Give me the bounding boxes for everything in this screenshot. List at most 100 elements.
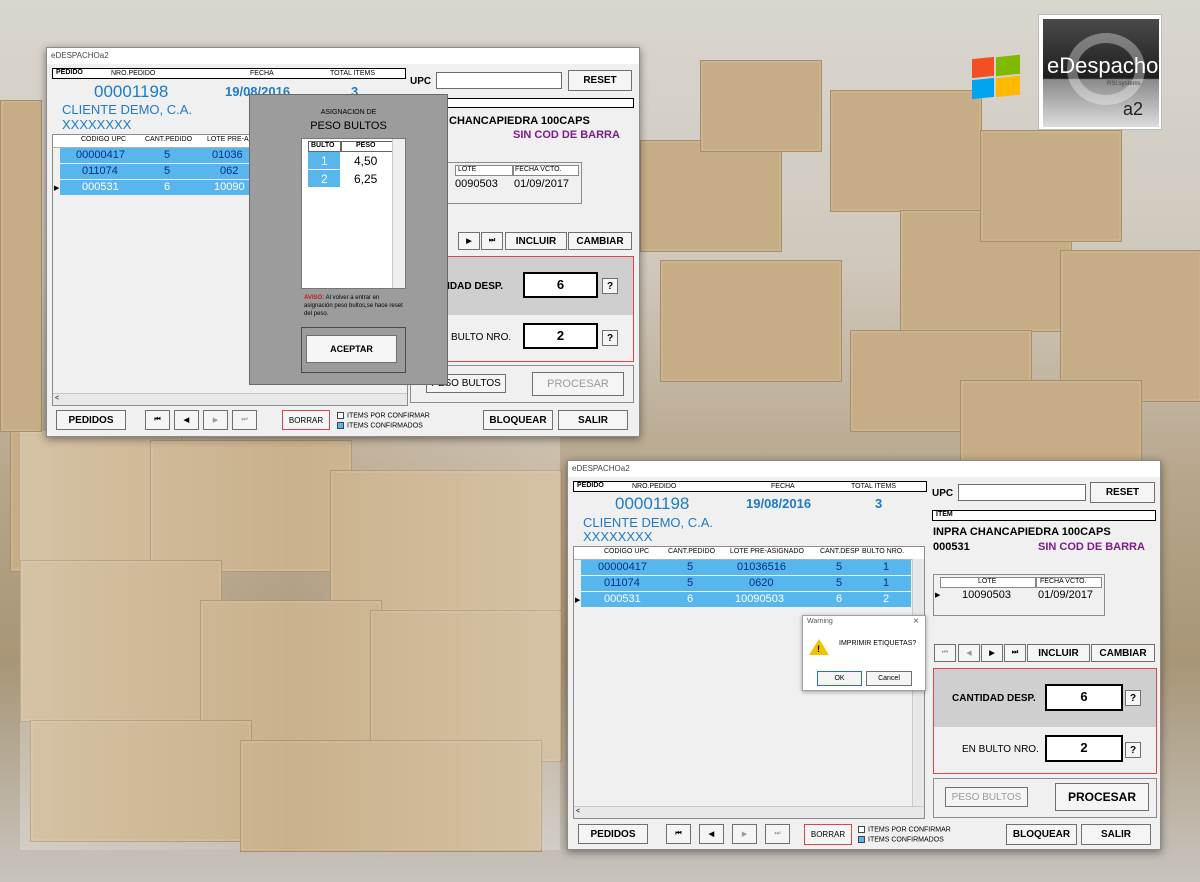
nav-last-button[interactable]: ⏭: [1004, 644, 1026, 662]
vertical-scrollbar[interactable]: [392, 139, 405, 288]
col-cant-pedido: CANT.PEDIDO: [668, 548, 716, 555]
legend-confirmados: ITEMS CONFIRMADOS: [858, 836, 944, 843]
nav-first-button[interactable]: ⏮: [934, 644, 956, 662]
col-fecha-vcto: FECHA VCTO.: [1040, 578, 1087, 585]
horizontal-scrollbar[interactable]: <: [574, 806, 924, 818]
item-name: INPRA CHANCAPIEDRA 100CAPS: [933, 526, 1111, 538]
row-pointer-icon: ▶: [54, 185, 60, 192]
cambiar-button[interactable]: CAMBIAR: [568, 232, 632, 250]
incluir-button[interactable]: INCLUIR: [505, 232, 567, 250]
cantidad-desp-input[interactable]: 6: [523, 272, 598, 298]
bulto-help-button[interactable]: ?: [1125, 742, 1141, 758]
upc-label: UPC: [410, 76, 432, 87]
bulto-help-button[interactable]: ?: [602, 330, 618, 346]
salir-button[interactable]: SALIR: [558, 410, 628, 430]
table-row[interactable]: 00000417 5 01036516 5 1: [581, 560, 911, 576]
dialog-title: PESO BULTOS: [310, 120, 387, 132]
bulto-nro-input[interactable]: 2: [523, 323, 598, 349]
legend-swatch-white: [858, 826, 865, 833]
window-title: eDESPACHOa2: [47, 48, 639, 64]
nav-next-button[interactable]: ▶: [458, 232, 480, 250]
col-bulto: BULTO: [311, 142, 335, 149]
cambiar-button[interactable]: CAMBIAR: [1091, 644, 1155, 662]
grid-header: CODIGO UPC CANT.PEDIDO LOTE PRE-ASIGNADO…: [574, 547, 924, 560]
edespacho-logo: eDespacho RSI.systems a2: [1038, 14, 1162, 130]
aceptar-button[interactable]: ACEPTAR: [306, 335, 397, 363]
pedidos-button[interactable]: PEDIDOS: [56, 410, 126, 430]
table-row[interactable]: 00000417 5 01036: [60, 148, 250, 164]
row-pointer-icon: ▶: [935, 592, 941, 599]
close-icon[interactable]: ×: [913, 616, 919, 627]
cantidad-desp-input[interactable]: 6: [1045, 684, 1123, 711]
lote-value: 0090503: [455, 178, 498, 190]
table-row-selected[interactable]: 000531 6 10090: [60, 180, 250, 196]
total-items: 3: [875, 496, 883, 511]
pedidos-button[interactable]: PEDIDOS: [578, 824, 648, 844]
upc-input[interactable]: [436, 72, 562, 89]
peso-bultos-button[interactable]: PESO BULTOS: [945, 787, 1028, 807]
reset-button[interactable]: RESET: [1090, 482, 1155, 503]
procesar-button[interactable]: PROCESAR: [1055, 783, 1149, 811]
lote-grid[interactable]: LOTE FECHA VCTO. ▶ 10090503 01/09/2017: [933, 574, 1105, 616]
nav-first-button[interactable]: ⏮: [145, 410, 170, 430]
nav-prev-button[interactable]: ◀: [174, 410, 199, 430]
pedido-tab: PEDIDO: [577, 482, 604, 489]
nav-next-button-bottom[interactable]: ▶: [203, 410, 228, 430]
col-bulto-nro: BULTO NRO.: [862, 548, 905, 555]
table-row[interactable]: 011074 5 0620 5 1: [581, 576, 911, 592]
bulto-1: 1: [321, 154, 328, 168]
order-number: 00001198: [615, 494, 690, 513]
nav-first-button-bottom[interactable]: ⏮: [666, 824, 691, 844]
cantidad-desp-label: CANTIDAD DESP.: [952, 693, 1036, 704]
cantidad-help-button[interactable]: ?: [602, 278, 618, 294]
incluir-button[interactable]: INCLUIR: [1027, 644, 1090, 662]
order-number: 00001198: [94, 82, 169, 101]
peso-2[interactable]: 6,25: [354, 172, 377, 186]
peso-bultos-dialog: ASIGNACION DE PESO BULTOS BULTO PESO 1 4…: [249, 94, 448, 385]
bulto-nro-input[interactable]: 2: [1045, 735, 1123, 762]
borrar-button[interactable]: BORRAR: [804, 824, 852, 845]
col-lote: LOTE: [458, 166, 477, 173]
col-lote: LOTE PRE-ASIGNADO: [730, 548, 804, 555]
col-cant-pedido: CANT.PEDIDO: [145, 136, 193, 143]
item-barcode: SIN COD DE BARRA: [513, 129, 620, 141]
bulto-nro-label: EN BULTO NRO.: [962, 744, 1039, 755]
item-header: [932, 510, 1156, 521]
pedido-tab: PEDIDO: [56, 69, 83, 76]
salir-button[interactable]: SALIR: [1081, 824, 1151, 845]
window-2: eDESPACHOa2 PEDIDO NRO.PEDIDO FECHA TOTA…: [567, 460, 1161, 850]
reset-button[interactable]: RESET: [568, 70, 632, 91]
nav-last-button-bottom[interactable]: ⏭: [232, 410, 257, 430]
nav-prev-button-bottom[interactable]: ◀: [699, 824, 724, 844]
cantidad-help-button[interactable]: ?: [1125, 690, 1141, 706]
procesar-button[interactable]: PROCESAR: [532, 372, 624, 396]
item-tab: ITEM: [936, 511, 953, 518]
table-row[interactable]: 011074 5 062: [60, 164, 250, 180]
nav-last-button[interactable]: ⏭: [481, 232, 503, 250]
item-name: CHANCAPIEDRA 100CAPS: [449, 115, 590, 127]
bloquear-button[interactable]: BLOQUEAR: [483, 410, 553, 430]
total-items-label: TOTAL ITEMS: [851, 483, 896, 490]
peso-1[interactable]: 4,50: [354, 154, 377, 168]
borrar-button[interactable]: BORRAR: [282, 410, 330, 430]
client-rif: XXXXXXXX: [62, 117, 132, 132]
dialog-title-small: ASIGNACION DE: [320, 109, 377, 116]
horizontal-scrollbar[interactable]: <: [53, 393, 407, 405]
nav-prev-button[interactable]: ◀: [958, 644, 980, 662]
lote-value: 10090503: [962, 589, 1011, 601]
ok-button[interactable]: OK: [817, 671, 862, 686]
fecha-label: FECHA: [771, 483, 795, 490]
peso-grid[interactable]: BULTO PESO 1 4,50 2 6,25: [301, 138, 406, 289]
nav-next-button-bottom[interactable]: ▶: [732, 824, 757, 844]
nav-next-button[interactable]: ▶: [981, 644, 1003, 662]
upc-input[interactable]: [958, 484, 1086, 501]
fecha-label: FECHA: [250, 70, 274, 77]
nav-last-button-bottom[interactable]: ⏭: [765, 824, 790, 844]
cancel-button[interactable]: Cancel: [866, 671, 912, 686]
bloquear-button[interactable]: BLOQUEAR: [1006, 824, 1077, 845]
legend-swatch-blue: [337, 422, 344, 429]
col-peso: PESO: [356, 142, 376, 149]
order-date: 19/08/2016: [746, 496, 812, 511]
bulto-nro-label: N BULTO NRO.: [441, 332, 512, 343]
table-row-selected[interactable]: 000531 6 10090503 6 2: [581, 592, 911, 608]
